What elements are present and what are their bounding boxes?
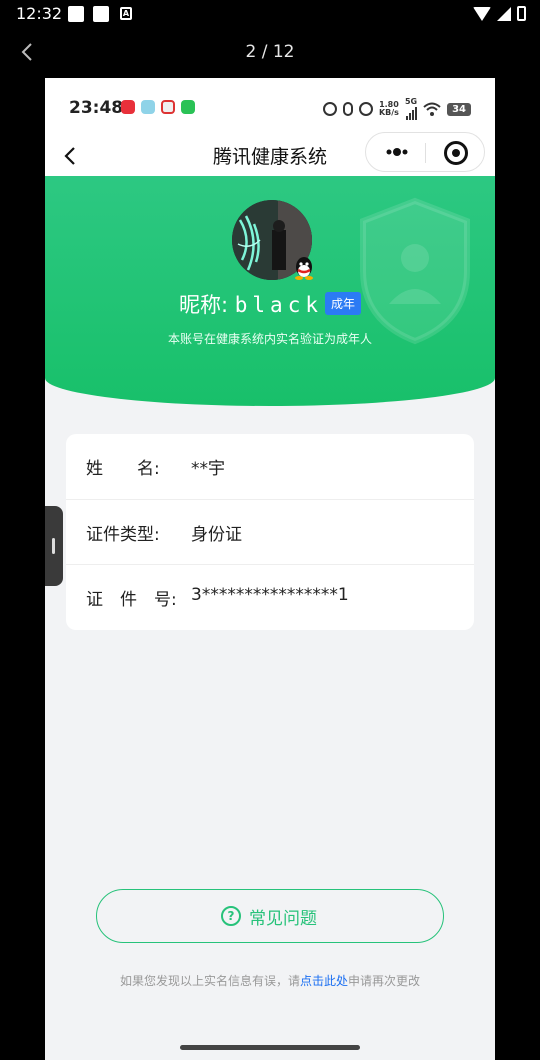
id-type-label: 证件类型: <box>86 525 160 545</box>
battery-icon <box>517 6 526 21</box>
nickname: black <box>234 293 323 317</box>
mic-icon <box>342 102 353 116</box>
inner-status-bar: 23:48 1.80 KB/s 5G 34 <box>45 78 495 136</box>
id-type-row: 证件类型: 身份证 <box>66 499 474 564</box>
correction-note-prefix: 如果您发现以上实名信息有误，请 <box>119 974 300 988</box>
inner-app-icons <box>121 100 195 114</box>
name-value: **宇 <box>191 459 225 479</box>
question-circle-icon: ? <box>221 906 241 926</box>
capsule-menu <box>365 132 485 172</box>
correction-link[interactable]: 点击此处 <box>300 974 348 988</box>
mini-program-navbar: 腾讯健康系统 <box>45 132 495 178</box>
mute-icon <box>358 102 373 116</box>
screenshot-image: 23:48 1.80 KB/s 5G 34 腾讯健康系统 昵称: black 成… <box>45 78 495 1060</box>
inner-time: 23:48 <box>69 98 124 118</box>
inner-indicators: 1.80 KB/s 5G 34 <box>322 98 471 120</box>
close-miniprogram-icon[interactable] <box>444 141 468 165</box>
wechat-icon <box>181 100 195 114</box>
name-label: 姓 名: <box>86 459 160 479</box>
netease-music-icon <box>121 100 135 114</box>
home-indicator <box>180 1045 360 1050</box>
notification-a-icon: A <box>120 7 132 20</box>
nickname-prefix: 昵称: <box>179 293 235 317</box>
correction-note-suffix: 申请再次更改 <box>348 974 421 988</box>
notification-icon <box>68 6 84 22</box>
battery-icon: 34 <box>447 102 471 116</box>
system-time: 12:32 <box>16 4 63 23</box>
wifi-icon <box>473 6 491 21</box>
real-name-info-card: 姓 名: **宇 证件类型: 身份证 证 件 号: 3*************… <box>66 434 474 630</box>
name-row: 姓 名: **宇 <box>66 434 474 499</box>
side-drawer-handle[interactable] <box>45 506 63 586</box>
id-type-value: 身份证 <box>191 525 242 545</box>
cell-signal-icon <box>497 6 511 21</box>
app-icon <box>161 100 175 114</box>
shield-watermark-icon <box>360 197 470 345</box>
image-counter: 2 / 12 <box>245 42 295 62</box>
profile-header: 昵称: black 成年 本账号在健康系统内实名验证为成年人 <box>45 176 495 406</box>
qq-icon <box>295 257 313 280</box>
wifi-icon <box>423 102 441 116</box>
system-status-bar: 12:32 A <box>0 0 540 30</box>
id-number-label: 证 件 号: <box>86 590 177 610</box>
notification-icon <box>93 6 109 22</box>
more-icon[interactable] <box>384 143 410 161</box>
id-number-row: 证 件 号: 3****************1 <box>66 564 474 629</box>
net-speed: 1.80 KB/s <box>378 100 399 117</box>
signal-icon: 5G <box>405 98 417 120</box>
correction-note: 如果您发现以上实名信息有误，请点击此处申请再次更改 <box>45 972 495 989</box>
verification-note: 本账号在健康系统内实名验证为成年人 <box>167 332 372 346</box>
faq-button[interactable]: ? 常见问题 <box>96 889 444 943</box>
alarm-icon <box>322 102 337 116</box>
nickname-row: 昵称: black 成年 <box>45 289 495 319</box>
faq-label: 常见问题 <box>249 909 317 929</box>
system-indicators <box>473 6 526 21</box>
adult-badge: 成年 <box>324 292 361 315</box>
capsule-divider <box>425 143 426 163</box>
app-icon <box>141 100 155 114</box>
id-number-value: 3****************1 <box>191 585 349 605</box>
